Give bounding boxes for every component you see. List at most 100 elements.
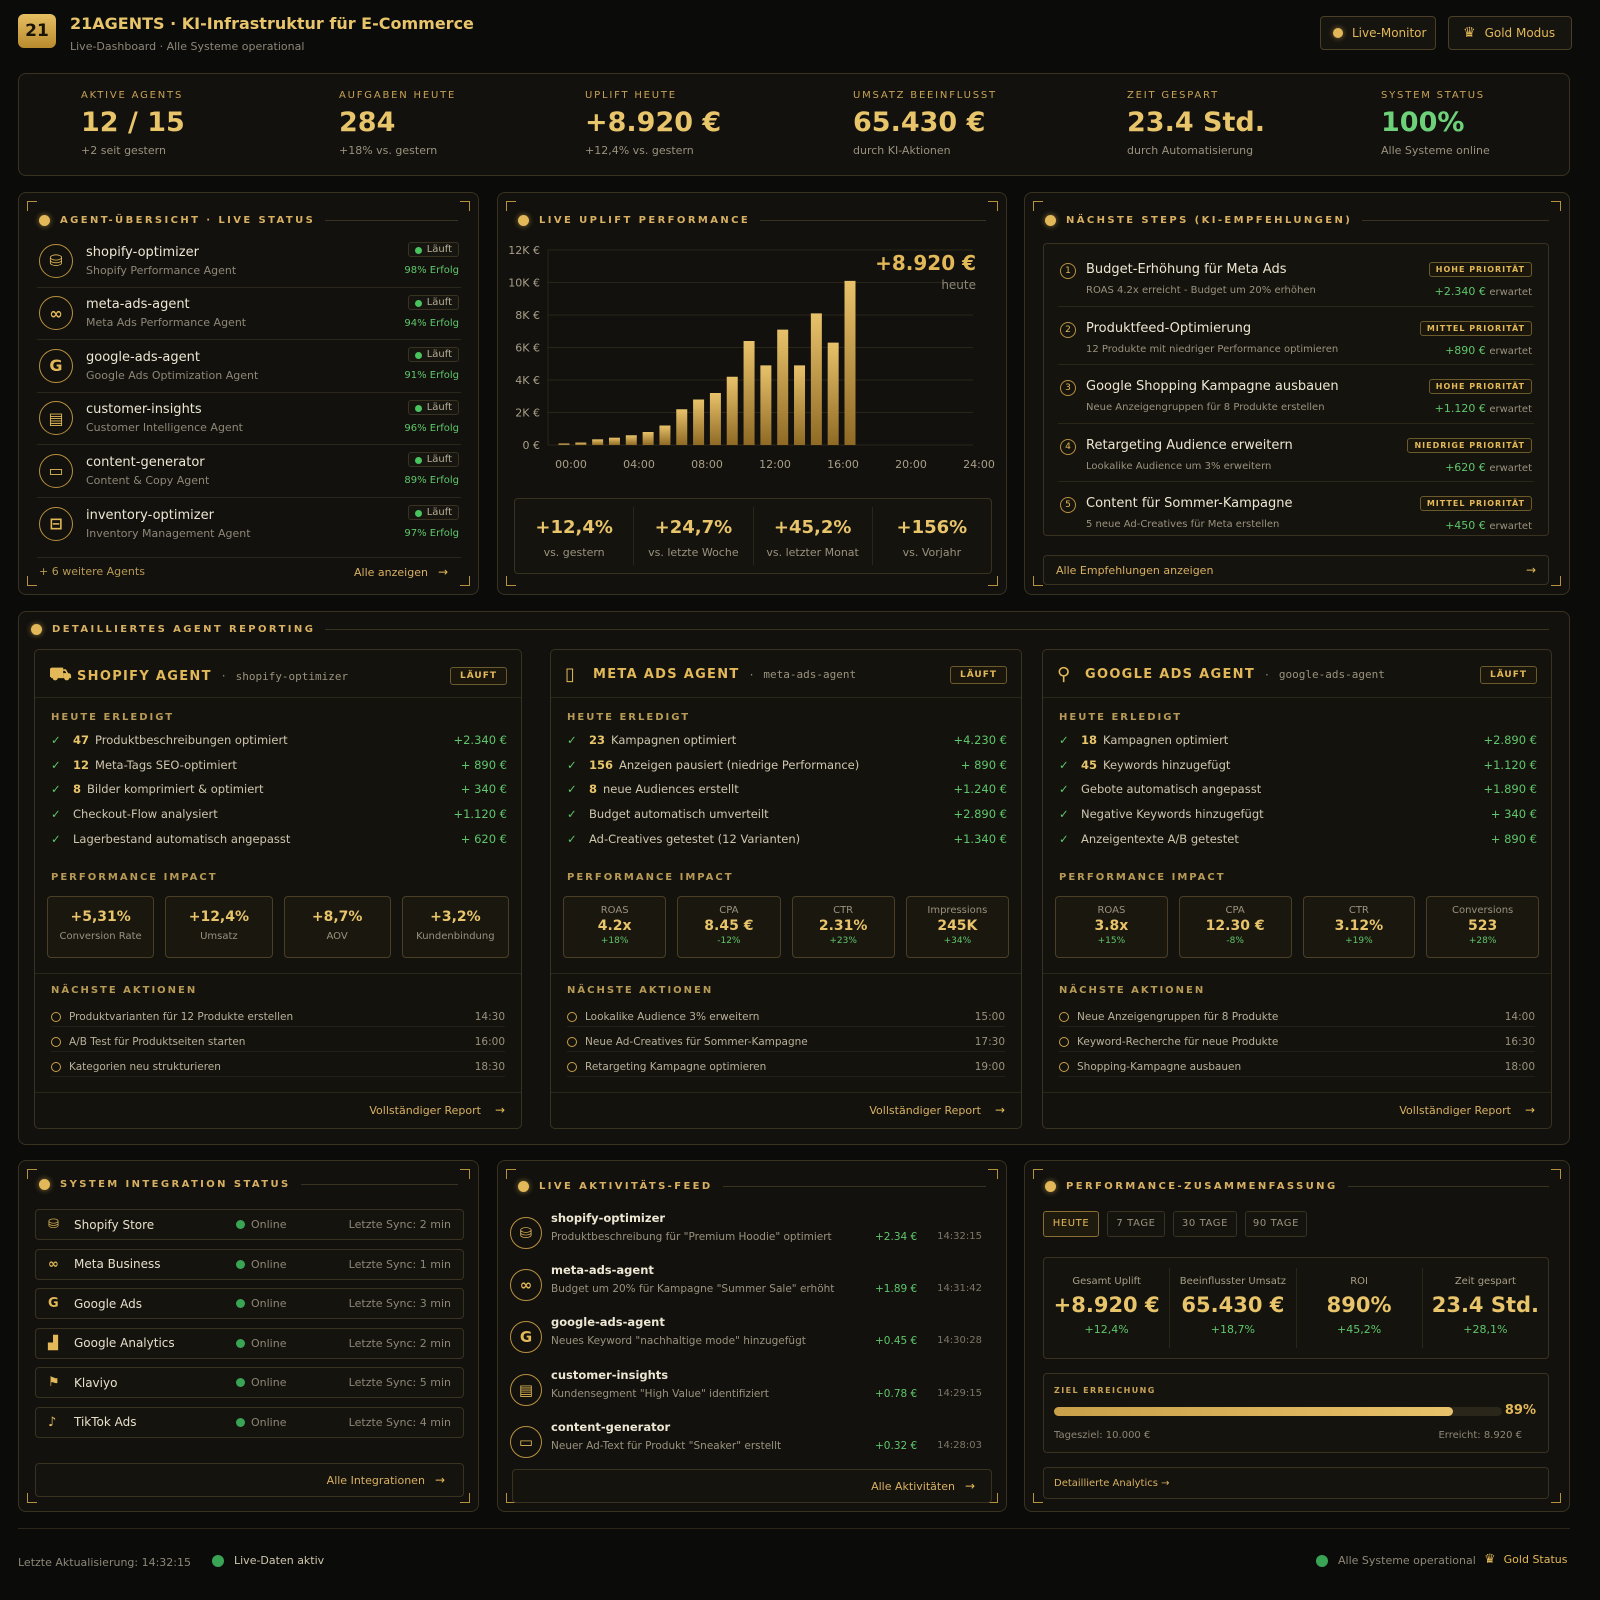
- running-dot-icon: [414, 299, 422, 307]
- full-report-link[interactable]: Vollständiger Report →: [369, 1103, 505, 1117]
- live-monitor-button[interactable]: Live-Monitor: [1320, 16, 1436, 50]
- status-badge: Läuft: [407, 452, 459, 467]
- tab-7-tage[interactable]: 7 TAGE: [1107, 1211, 1165, 1237]
- integration-name: Google Analytics: [74, 1336, 175, 1350]
- agent-desc: Meta Ads Performance Agent: [86, 316, 247, 330]
- next-action-row[interactable]: Neue Anzeigengruppen für 8 Produkte 14:00: [1059, 1007, 1535, 1027]
- task-row: ✓ 18 Kampagnen optimiert +2.890 €: [1059, 733, 1537, 747]
- agent-row[interactable]: Ggoogle-ads-agent Google Ads Optimization…: [37, 340, 461, 393]
- priority-badge: MITTEL PRIORITÄT: [1419, 320, 1532, 336]
- activity-value: +0.78 €: [875, 1387, 918, 1400]
- next-action-row[interactable]: A/B Test für Produktseiten starten 16:00: [51, 1032, 505, 1052]
- status-dot-icon: [1045, 215, 1056, 226]
- integration-row[interactable]: G Google Ads Online Letzte Sync: 3 min: [35, 1288, 464, 1319]
- kpi-strip: AKTIVE AGENTS 12 / 15 +2 seit gestern AUFGA…: [18, 73, 1570, 176]
- agent-row[interactable]: ∞ meta-ads-agent Meta Ads Performance Agen…: [37, 288, 461, 340]
- y-tick-label: 2K €: [515, 407, 540, 420]
- uplift-stat-value: +12,4%: [535, 517, 613, 538]
- recommendation-item[interactable]: 2 Produktfeed-Optimierung 12 Produkte mit …: [1058, 307, 1534, 365]
- step-number: 1: [1060, 263, 1076, 279]
- integration-row[interactable]: ∞ Meta Business Online Letzte Sync: 1 min: [35, 1248, 464, 1280]
- task-count: 156: [589, 757, 614, 772]
- next-action-time: 18:00: [1504, 1060, 1535, 1073]
- check-icon: ✓: [567, 807, 577, 822]
- impact-change: +18%: [600, 936, 629, 946]
- task-value: +1.890 €: [1483, 782, 1537, 797]
- integration-row[interactable]: ♪ TikTok Ads Online Letzte Sync: 4 min: [35, 1406, 464, 1438]
- next-action-row[interactable]: Keyword-Recherche für neue Produkte 16:30: [1059, 1032, 1535, 1052]
- full-report-link[interactable]: Vollständiger Report →: [1399, 1103, 1535, 1117]
- integration-row[interactable]: ▟ Google Analytics Online Letzte Sync: 2 mi…: [35, 1327, 464, 1359]
- live-dot-icon: [1333, 28, 1343, 38]
- all-activities-button[interactable]: Alle Aktivitäten →: [512, 1469, 992, 1503]
- tab-30-tage[interactable]: 30 TAGE: [1173, 1211, 1237, 1237]
- kpi-card: UPLIFT HEUTE +8.920 € +12,4% vs. gestern: [585, 90, 721, 157]
- integration-row[interactable]: ⛁ Shopify Store Online Letzte Sync: 2 min: [35, 1209, 464, 1240]
- impact-tile: CTR 3.12% +19%: [1302, 896, 1416, 958]
- next-action-row[interactable]: Neue Ad-Creatives für Sommer-Kampagne 17:…: [567, 1032, 1005, 1052]
- task-text: Anzeigentexte A/B getestet: [1081, 831, 1239, 846]
- integration-name: Shopify Store: [74, 1217, 155, 1232]
- summary-metric: Zeit gespart 23.4 Std. +28,1%: [1423, 1268, 1548, 1348]
- x-tick-label: 04:00: [623, 458, 655, 471]
- kpi-value: 284: [339, 107, 396, 138]
- activity-agent: content-generator: [551, 1419, 671, 1434]
- chat-bubble-icon: ▭: [510, 1425, 542, 1458]
- task-value: +1.340 €: [953, 831, 1007, 846]
- status-dot-icon: [39, 215, 50, 226]
- activity-item: ▭ content-generator Neuer Ad-Text für Prod…: [510, 1420, 996, 1470]
- impact-value: +5,31%: [70, 909, 131, 925]
- running-dot-icon: [414, 404, 422, 412]
- next-action-row[interactable]: Produktvarianten für 12 Produkte erstell…: [51, 1007, 505, 1027]
- chart-bar: [726, 376, 738, 445]
- impact-value: +3,2%: [430, 909, 481, 925]
- impact-label: ROAS: [1097, 905, 1126, 916]
- agent-row[interactable]: ▭ content-generator Content & Copy Agent Lä…: [37, 445, 461, 498]
- summary-metric: Beeinflusster Umsatz 65.430 € +18,7%: [1170, 1268, 1297, 1348]
- recommendation-item[interactable]: 1 Budget-Erhöhung für Meta Ads ROAS 4.2x e…: [1058, 248, 1534, 307]
- next-action-row[interactable]: Retargeting Kampagne optimieren 19:00: [567, 1057, 1005, 1077]
- chart-bar: [844, 280, 856, 445]
- tab-heute[interactable]: HEUTE: [1043, 1211, 1099, 1237]
- integration-sync: Letzte Sync: 2 min: [348, 1218, 451, 1231]
- more-agents-link[interactable]: + 6 weitere Agents: [39, 565, 145, 578]
- agent-row[interactable]: ⊟ inventory-optimizer Inventory Management…: [37, 498, 461, 551]
- agent-report-card: ⚲ GOOGLE ADS AGENT · google-ads-agent LÄUFT H…: [1042, 649, 1552, 1129]
- integration-status: Online: [251, 1336, 287, 1350]
- agent-row[interactable]: ▤ customer-insights Customer Intelligence …: [37, 393, 461, 445]
- next-action-text: A/B Test für Produktseiten starten: [69, 1035, 246, 1048]
- activity-text: Kundensegment "High Value" identifiziert: [551, 1387, 769, 1400]
- priority-badge: HOHE PRIORITÄT: [1428, 379, 1532, 394]
- next-action-time: 17:30: [974, 1035, 1005, 1048]
- chart-bar: [777, 329, 789, 445]
- status-badge: Läuft: [407, 294, 459, 310]
- show-all-agents-link[interactable]: Alle anzeigen →: [354, 565, 448, 579]
- next-action-row[interactable]: Kategorien neu strukturieren 18:30: [51, 1057, 505, 1077]
- agent-name: content-generator: [86, 454, 205, 470]
- status-label: Läuft: [426, 244, 452, 255]
- chart-bar: [625, 435, 637, 445]
- task-row: ✓ Gebote automatisch angepasst +1.890 €: [1059, 782, 1537, 796]
- task-text: Keywords hinzugefügt: [1103, 757, 1231, 772]
- circle-icon: [567, 1011, 577, 1022]
- integration-status: Online: [251, 1376, 287, 1389]
- tab-90-tage[interactable]: 90 TAGE: [1245, 1211, 1307, 1237]
- gold-mode-button[interactable]: ♛ Gold Modus: [1448, 16, 1572, 50]
- recommendation-item[interactable]: 3 Google Shopping Kampagne ausbauen Neue A…: [1058, 365, 1534, 424]
- kpi-card: AKTIVE AGENTS 12 / 15 +2 seit gestern: [81, 90, 185, 157]
- full-report-link[interactable]: Vollständiger Report →: [869, 1103, 1005, 1117]
- priority-badge: MITTEL PRIORITÄT: [1419, 496, 1532, 511]
- next-action-row[interactable]: Shopping-Kampagne ausbauen 18:00: [1059, 1057, 1535, 1077]
- recommendation-item[interactable]: 5 Content für Sommer-Kampagne 5 neue Ad-Cr…: [1058, 482, 1534, 541]
- section-label: PERFORMANCE IMPACT: [51, 872, 218, 883]
- y-tick-label: 6K €: [515, 342, 540, 355]
- detailed-analytics-button[interactable]: Detaillierte Analytics →: [1043, 1467, 1549, 1499]
- footer-divider: [18, 1528, 1570, 1529]
- all-integrations-button[interactable]: Alle Integrationen →: [35, 1463, 464, 1497]
- task-row: ✓ 156 Anzeigen pausiert (niedrige Performa…: [567, 758, 1007, 772]
- next-action-row[interactable]: Lookalike Audience 3% erweitern 15:00: [567, 1007, 1005, 1027]
- agent-row[interactable]: ⛁ shopify-optimizer Shopify Performance Ag…: [37, 235, 461, 288]
- integration-row[interactable]: ⚑ Klaviyo Online Letzte Sync: 5 min: [35, 1367, 464, 1398]
- show-all-recommendations-button[interactable]: Alle Empfehlungen anzeigen →: [1043, 555, 1549, 585]
- recommendation-item[interactable]: 4 Retargeting Audience erweitern Lookalike…: [1058, 424, 1534, 482]
